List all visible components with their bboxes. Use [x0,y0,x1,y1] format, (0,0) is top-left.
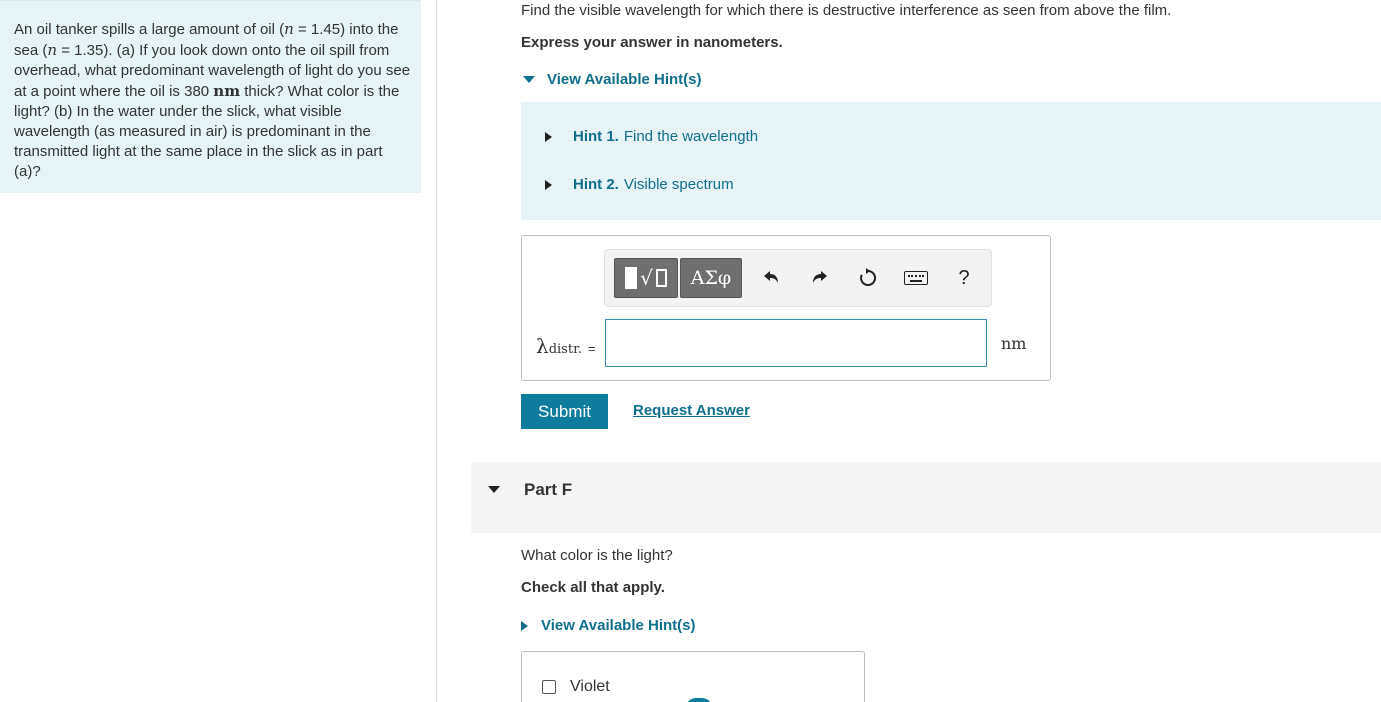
checkbox[interactable] [542,680,556,694]
part-e-instruction: Express your answer in nanometers. [521,34,783,51]
page: An oil tanker spills a large amount of o… [0,0,1381,702]
problem-statement: An oil tanker spills a large amount of o… [14,19,412,182]
view-hints-toggle[interactable]: View Available Hint(s) [521,71,702,88]
caret-right-icon [545,131,552,142]
part-f-instruction: Check all that apply. [521,579,665,596]
answer-input[interactable] [605,319,987,367]
sqrt-icon: √ [640,266,653,290]
templates-button[interactable]: √ [614,258,678,298]
math-toolbar: √ ΑΣφ ? [604,249,992,307]
part-f-header[interactable]: Part F [471,462,1381,533]
part-f-title: Part F [524,480,573,499]
part-e-question: Find the visible wavelength for which th… [521,2,1172,19]
hints-panel: Hint 1. Find the wavelength Hint 2. Visi… [521,102,1381,220]
template-box-icon [655,269,667,287]
hint-2[interactable]: Hint 2. Visible spectrum [545,176,734,193]
hint-number: Hint 2. [573,176,619,193]
help-icon[interactable]: ? [950,264,978,292]
lambda-symbol: λ [536,334,549,358]
column-divider [436,0,437,702]
variable-subscript: distr. [548,342,582,357]
redo-icon[interactable] [806,264,834,292]
keyboard-glyph [904,271,928,285]
n-symbol: n [47,41,58,59]
variable-label: λ distr. = [536,334,596,358]
problem-panel: An oil tanker spills a large amount of o… [0,0,421,193]
option-label: Violet [570,678,610,695]
view-hints-label: View Available Hint(s) [541,617,696,634]
answer-box: √ ΑΣφ ? λ distr. = nm [521,235,1051,381]
submit-button[interactable]: Submit [521,394,608,429]
view-hints-label: View Available Hint(s) [547,71,702,88]
greek-symbols-button[interactable]: ΑΣφ [680,258,742,298]
n-symbol: n [284,20,294,38]
undo-icon[interactable] [757,264,785,292]
thickness-unit: nm [213,82,241,100]
reset-icon[interactable] [854,264,882,292]
caret-right-icon [521,620,528,631]
template-block-icon [625,267,638,289]
options-box: Violet [521,651,865,702]
hint-title: Visible spectrum [623,176,734,193]
answer-unit: nm [1001,334,1027,353]
hint-1[interactable]: Hint 1. Find the wavelength [545,128,758,145]
caret-down-icon [523,76,535,83]
caret-right-icon [545,179,552,190]
part-f-question: What color is the light? [521,547,673,564]
caret-down-icon [488,486,500,493]
keyboard-icon[interactable] [902,264,930,292]
problem-text-1: An oil tanker spills a large amount of o… [14,21,285,38]
request-answer-link[interactable]: Request Answer [633,402,750,419]
option-violet[interactable]: Violet [542,678,610,696]
view-hints-toggle-f[interactable]: View Available Hint(s) [521,617,696,634]
hint-title: Find the wavelength [623,128,759,145]
equals-sign: = [587,341,596,356]
hint-number: Hint 1. [573,128,619,145]
